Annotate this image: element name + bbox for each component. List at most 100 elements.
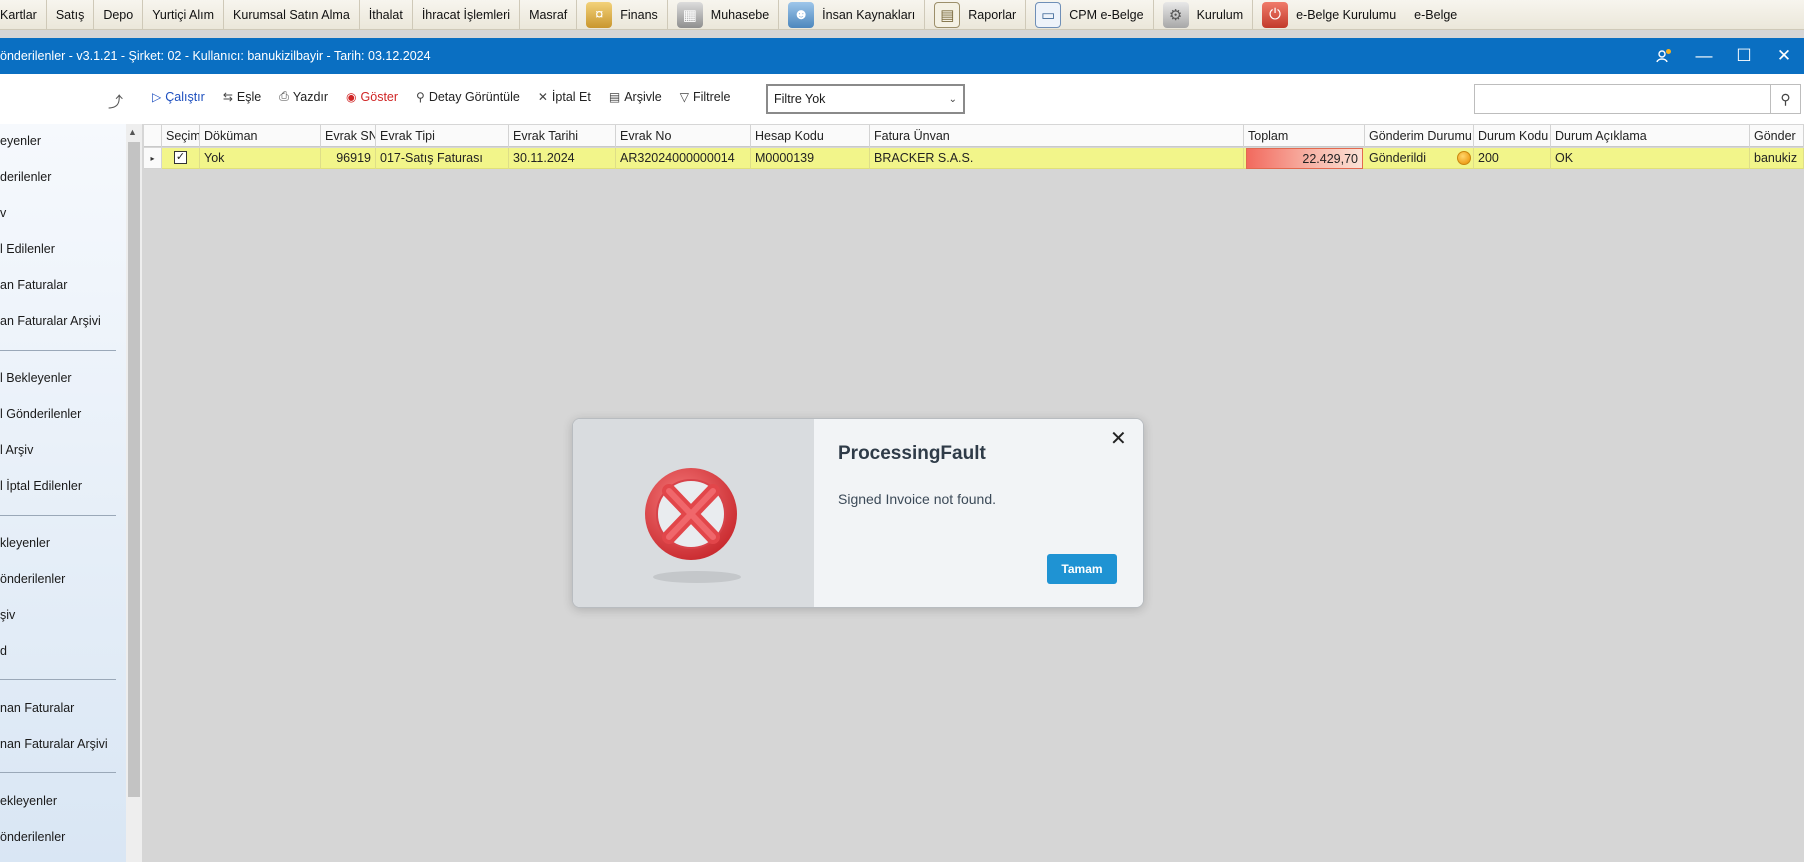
coins-icon: ¤ bbox=[586, 1, 613, 28]
menu-kartlar[interactable]: Kartlar bbox=[0, 0, 47, 29]
menu-yurtici-alim[interactable]: Yurtiçi Alım bbox=[143, 0, 225, 29]
run-button[interactable]: ▷ Çalıştır bbox=[152, 90, 205, 104]
sidebar-item[interactable]: l İptal Edilenler bbox=[0, 479, 82, 493]
sidebar-item[interactable]: derilenler bbox=[0, 170, 51, 184]
power-icon: ⏻ bbox=[1262, 1, 1289, 28]
sidebar-item[interactable]: d bbox=[0, 644, 7, 658]
cancel-button[interactable]: ✕ İptal Et bbox=[538, 90, 591, 104]
sidebar-item[interactable]: l Edilenler bbox=[0, 242, 55, 256]
sidebar-item[interactable]: l Gönderilenler bbox=[0, 407, 81, 421]
menu-satis[interactable]: Satış bbox=[47, 0, 95, 29]
cell-evrak-tipi: 017-Satış Faturası bbox=[376, 148, 509, 169]
filter-button[interactable]: ▽ Filtrele bbox=[680, 90, 731, 104]
toolbar-actions: ▷ Çalıştır ⇆ Eşle ⎙ Yazdır ◉ Göster ⚲ Detay G… bbox=[152, 89, 730, 104]
column-header[interactable]: Hesap Kodu bbox=[751, 125, 870, 147]
dialog-close-icon[interactable]: ✕ bbox=[1110, 429, 1127, 449]
column-header[interactable]: Evrak Tarihi bbox=[509, 125, 616, 147]
sidebar-item[interactable]: v bbox=[0, 206, 6, 220]
close-window-button[interactable]: ✕ bbox=[1764, 38, 1804, 74]
menu-depo[interactable]: Depo bbox=[94, 0, 144, 29]
sidebar-item[interactable]: şiv bbox=[0, 608, 15, 622]
column-header[interactable]: Evrak No bbox=[616, 125, 751, 147]
sidebar-item[interactable]: an Faturalar Arşivi bbox=[0, 314, 101, 328]
sidebar-item[interactable]: l Bekleyenler bbox=[0, 371, 72, 385]
menu-label: Finans bbox=[620, 7, 658, 22]
column-header[interactable]: Durum Açıklama bbox=[1551, 125, 1750, 147]
column-header[interactable]: Evrak Tipi bbox=[376, 125, 509, 147]
search-button[interactable]: ⚲ bbox=[1771, 84, 1801, 114]
menu-label: Kurumsal Satın Alma bbox=[233, 7, 350, 22]
column-header[interactable]: Durum Kodu bbox=[1474, 125, 1551, 147]
cell-hesap-kodu: M0000139 bbox=[751, 148, 870, 169]
document-icon: ▭ bbox=[1035, 1, 1062, 28]
sidebar-item[interactable]: eyenler bbox=[0, 134, 41, 148]
column-header[interactable]: Toplam bbox=[1244, 125, 1365, 147]
cell-gonderim-durumu: Gönderildi bbox=[1365, 148, 1474, 169]
dialog-message: Signed Invoice not found. bbox=[838, 491, 997, 507]
sidebar-item[interactable]: l Arşiv bbox=[0, 443, 33, 457]
filter-select-value: Filtre Yok bbox=[774, 92, 826, 106]
printer-icon: ⎙ bbox=[279, 89, 289, 103]
menu-label: e-Belge bbox=[1414, 7, 1458, 22]
column-header[interactable]: Gönderim Durumu bbox=[1365, 125, 1474, 147]
menu-insan-kaynaklari[interactable]: ☻ İnsan Kaynakları bbox=[779, 0, 926, 29]
sidebar-item[interactable]: ekleyenler bbox=[0, 794, 57, 808]
window-title-bar: önderilenler - v3.1.21 - Şirket: 02 - Ku… bbox=[0, 38, 1804, 74]
menu-e-belge-kurulumu[interactable]: ⏻ e-Belge Kurulumu bbox=[1253, 0, 1405, 29]
selection-checkbox[interactable]: ✓ bbox=[162, 148, 200, 169]
window-controls: — ☐ ✕ bbox=[1644, 38, 1804, 74]
print-label: Yazdır bbox=[292, 89, 329, 104]
main-menu-bar: Kartlar Satış Depo Yurtiçi Alım Kurumsal… bbox=[0, 0, 1804, 30]
menu-kurumsal-satin-alma[interactable]: Kurumsal Satın Alma bbox=[224, 0, 360, 29]
column-header[interactable]: Seçim bbox=[162, 125, 200, 147]
minimize-button[interactable]: — bbox=[1684, 38, 1724, 74]
menu-ithalat[interactable]: İthalat bbox=[360, 0, 413, 29]
show-button[interactable]: ◉ Göster bbox=[346, 90, 398, 104]
match-label: Eşle bbox=[236, 89, 262, 104]
column-header[interactable]: Evrak SN bbox=[321, 125, 376, 147]
sidebar-item[interactable]: nan Faturalar bbox=[0, 701, 74, 715]
sidebar-item[interactable]: önderilenler bbox=[0, 572, 65, 586]
menu-label: Raporlar bbox=[968, 7, 1017, 22]
cell-durum-aciklama: OK bbox=[1551, 148, 1750, 169]
chevron-down-icon: ⌄ bbox=[948, 93, 957, 105]
header-row-indicator bbox=[144, 125, 162, 147]
maximize-button[interactable]: ☐ bbox=[1724, 38, 1764, 74]
sidebar-item[interactable]: nan Faturalar Arşivi bbox=[0, 737, 108, 751]
print-button[interactable]: ⎙ Yazdır bbox=[279, 89, 328, 104]
menu-kurulum[interactable]: ⚙ Kurulum bbox=[1154, 0, 1254, 29]
archive-button[interactable]: ▤ Arşivle bbox=[609, 90, 662, 104]
menu-ihracat-islemleri[interactable]: İhracat İşlemleri bbox=[413, 0, 521, 29]
table-row[interactable]: ✓ Yok 96919 017-Satış Faturası 30.11.202… bbox=[162, 148, 1804, 169]
sidebar-scrollbar-thumb[interactable] bbox=[128, 142, 140, 797]
cell-dokuman: Yok bbox=[200, 148, 321, 169]
checkbox-checked[interactable]: ✓ bbox=[174, 151, 187, 165]
cell-durum-kodu: 200 bbox=[1474, 148, 1551, 169]
navigation-sidebar: eyenler derilenler v l Edilenler an Fatu… bbox=[0, 124, 126, 862]
close-icon: ✕ bbox=[537, 89, 548, 104]
dialog-icon-panel bbox=[573, 419, 814, 607]
menu-masraf[interactable]: Masraf bbox=[520, 0, 578, 29]
filter-select[interactable]: Filtre Yok ⌄ bbox=[766, 84, 965, 114]
menu-muhasebe[interactable]: ▦ Muhasebe bbox=[668, 0, 780, 29]
menu-e-belge[interactable]: e-Belge bbox=[1405, 0, 1466, 29]
menu-label: Depo bbox=[103, 7, 134, 22]
pin-icon[interactable]: ⤴ bbox=[108, 91, 123, 112]
scroll-up-icon[interactable]: ▲ bbox=[128, 127, 137, 137]
detail-view-button[interactable]: ⚲ Detay Görüntüle bbox=[416, 90, 520, 104]
sidebar-item[interactable]: kleyenler bbox=[0, 536, 50, 550]
notification-icon[interactable] bbox=[1644, 38, 1684, 74]
column-header[interactable]: Fatura Ünvan bbox=[870, 125, 1244, 147]
menu-cpm-e-belge[interactable]: ▭ CPM e-Belge bbox=[1026, 0, 1154, 29]
search-input[interactable] bbox=[1474, 84, 1771, 114]
cell-evrak-no: AR32024000000014 bbox=[616, 148, 751, 169]
menu-raporlar[interactable]: ▤ Raporlar bbox=[925, 0, 1027, 29]
sidebar-item[interactable]: önderilenler bbox=[0, 830, 65, 844]
menu-finans[interactable]: ¤ Finans bbox=[577, 0, 668, 29]
column-header[interactable]: Gönder bbox=[1750, 125, 1804, 147]
match-button[interactable]: ⇆ Eşle bbox=[223, 90, 261, 104]
sidebar-item[interactable]: an Faturalar bbox=[0, 278, 67, 292]
column-header[interactable]: Döküman bbox=[200, 125, 321, 147]
ok-button[interactable]: Tamam bbox=[1047, 554, 1117, 584]
row-indicator-icon[interactable]: ▸ bbox=[144, 148, 162, 169]
